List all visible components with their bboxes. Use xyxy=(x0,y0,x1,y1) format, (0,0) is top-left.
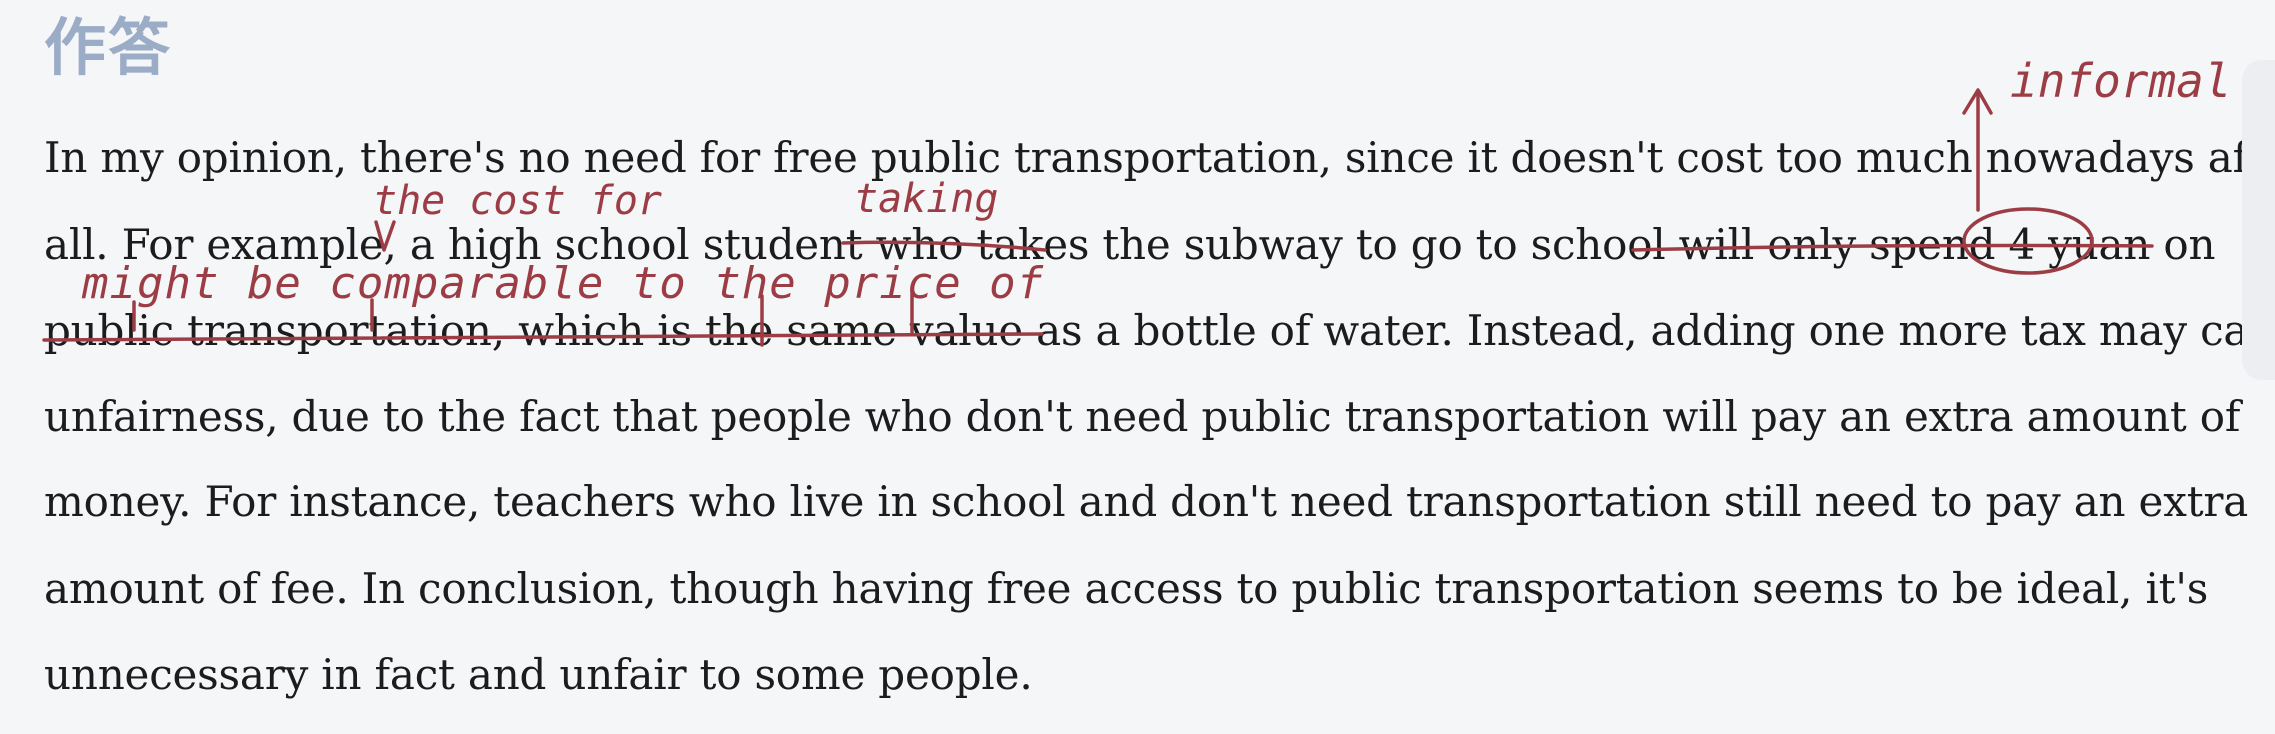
annotation-the-cost-for: the cost for xyxy=(373,178,662,224)
annotation-comparable: might be comparable to the price of xyxy=(82,258,1045,309)
annotation-informal: informal xyxy=(2010,54,2232,108)
essay-line-7: unnecessary in fact and unfair to some p… xyxy=(44,650,1033,699)
annotation-taking: taking xyxy=(854,176,999,222)
side-panel-edge xyxy=(2242,60,2275,380)
essay-line-6: amount of fee. In conclusion, though hav… xyxy=(44,564,2209,613)
handwritten-markup xyxy=(42,88,2154,347)
section-heading: 作答 xyxy=(44,11,173,84)
essay-line-3: public transportation, which is the same… xyxy=(44,306,2275,355)
essay-line-4: unfairness, due to the fact that people … xyxy=(44,392,2241,441)
arrow-head-informal xyxy=(1962,88,1993,115)
essay-line-5: money. For instance, teachers who live i… xyxy=(44,477,2249,526)
